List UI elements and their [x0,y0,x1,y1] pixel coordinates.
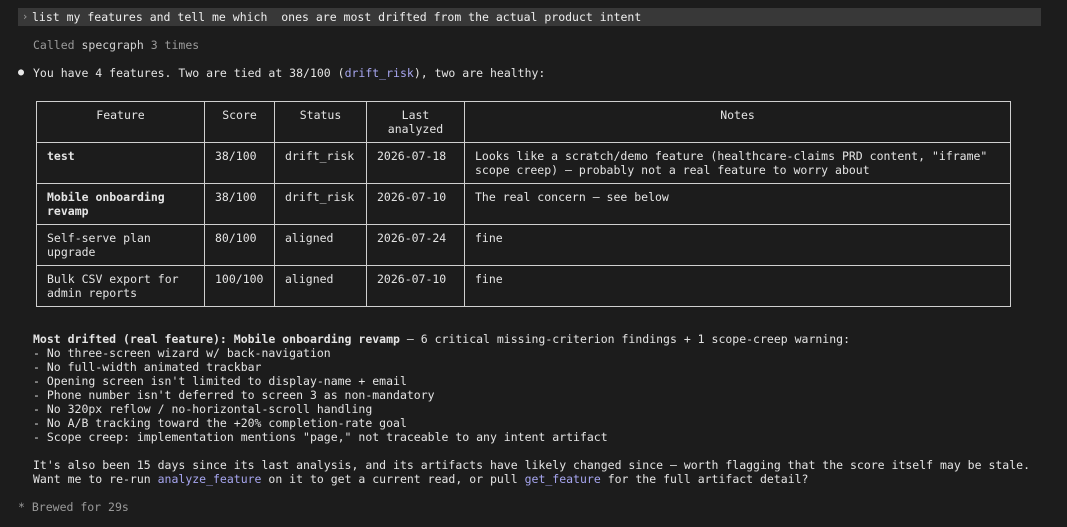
score-cell: 38/100 [204,142,275,184]
followup-message: It's also been 15 days since its last an… [33,458,1030,486]
table-row: Mobile onboarding revamp 38/100 drift_ri… [36,183,1011,225]
tool-call-prefix: Called [33,38,82,52]
table-row: test 38/100 drift_risk 2026-07-18 Looks … [36,142,1011,184]
table-header-row: Feature Score Status Last analyzed Notes [36,101,1011,143]
notes-cell: The real concern — see below [464,183,1011,225]
last-analyzed-cell: 2026-07-10 [366,183,465,225]
features-table: Feature Score Status Last analyzed Notes… [36,101,1011,307]
notes-cell: Looks like a scratch/demo feature (healt… [464,142,1011,184]
score-cell: 80/100 [204,224,275,266]
tool-call-suffix: 3 times [143,38,200,52]
followup-line-1: It's also been 15 days since its last an… [33,458,1030,472]
notes-cell: fine [464,224,1011,266]
asterisk-icon: * [18,500,25,514]
report-heading-rest: — 6 critical missing-criterion findings … [399,332,850,346]
inline-code: drift_risk [344,66,414,80]
status-line: * Brewed for 29s [18,500,129,514]
followup-text-b: on it to get a current read, or pull [261,472,525,486]
score-cell: 100/100 [204,265,275,307]
feature-name-cell: Self-serve plan upgrade [36,224,205,266]
last-analyzed-cell: 2026-07-18 [366,142,465,184]
followup-line-2: Want me to re-run analyze_feature on it … [33,472,1030,486]
list-item: - No A/B tracking toward the +20% comple… [33,416,407,430]
column-header-score: Score [204,101,275,143]
prompt-text: list my features and tell me which ones … [32,10,642,24]
list-item: - No full-width animated trackbar [33,360,262,374]
followup-text-a: Want me to re-run [33,472,158,486]
column-header-notes: Notes [464,101,1011,143]
column-header-feature: Feature [36,101,205,143]
status-cell: drift_risk [274,183,367,225]
score-cell: 38/100 [204,183,275,225]
last-analyzed-cell: 2026-07-24 [366,224,465,266]
column-header-status: Status [274,101,367,143]
get-feature-tool-link[interactable]: get_feature [525,472,601,486]
prompt-input[interactable]: › list my features and tell me which one… [18,8,1041,26]
table-row: Bulk CSV export for admin reports 100/10… [36,265,1011,307]
report-heading-bold: Most drifted (real feature): Mobile onbo… [33,332,400,346]
feature-name-cell: test [36,142,205,184]
answer-text-before: You have 4 features. Two are tied at 38/… [33,66,345,80]
followup-text-c: for the full artifact detail? [600,472,809,486]
answer-text-after: ), two are healthy: [413,66,546,80]
chevron-right-icon: › [21,10,29,23]
status-cell: drift_risk [274,142,367,184]
tool-name: specgraph [81,38,144,52]
feature-name-cell: Bulk CSV export for admin reports [36,265,205,307]
feature-name-cell: Mobile onboarding revamp [36,183,205,225]
drift-report: Most drifted (real feature): Mobile onbo… [33,332,850,444]
tool-call-summary[interactable]: Called specgraph 3 times [33,38,199,52]
status-text: Brewed for 29s [31,500,129,514]
status-cell: aligned [274,224,367,266]
list-item: - Scope creep: implementation mentions "… [33,430,608,444]
list-item: - No three-screen wizard w/ back-navigat… [33,346,331,360]
bullet-icon: ● [18,67,25,78]
answer-summary: ● You have 4 features. Two are tied at 3… [18,66,545,80]
column-header-last-analyzed: Last analyzed [366,101,465,143]
list-item: - No 320px reflow / no-horizontal-scroll… [33,402,373,416]
table-row: Self-serve plan upgrade 80/100 aligned 2… [36,224,1011,266]
report-heading: Most drifted (real feature): Mobile onbo… [33,332,850,346]
notes-cell: fine [464,265,1011,307]
status-cell: aligned [274,265,367,307]
list-item: - Opening screen isn't limited to displa… [33,374,407,388]
list-item: - Phone number isn't deferred to screen … [33,388,435,402]
analyze-feature-tool-link[interactable]: analyze_feature [158,472,262,486]
last-analyzed-cell: 2026-07-10 [366,265,465,307]
